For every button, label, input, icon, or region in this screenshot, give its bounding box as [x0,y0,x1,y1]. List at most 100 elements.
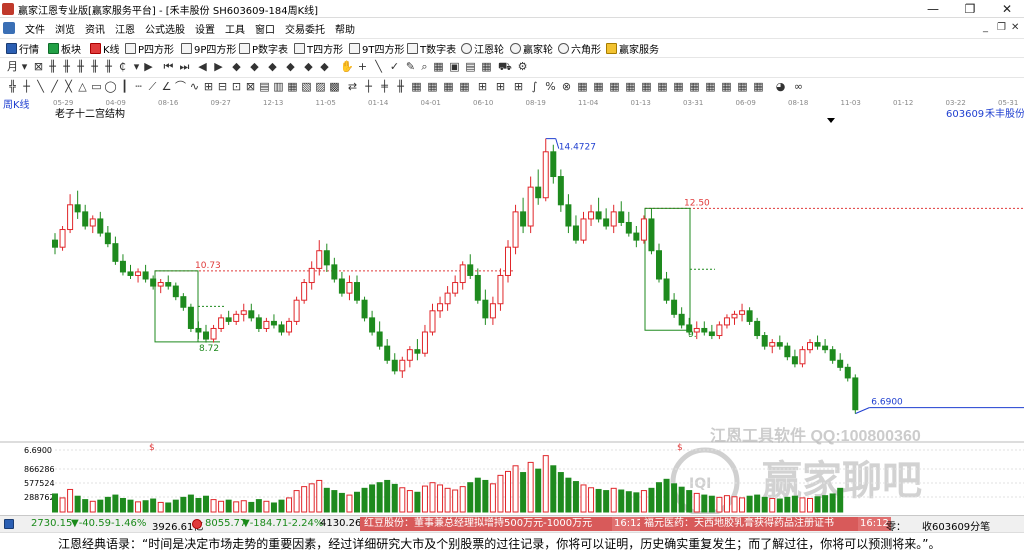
menu-browse[interactable]: 浏览 [50,21,80,36]
tool-20-icon[interactable]: ▥ [272,80,285,94]
tool-3-icon[interactable]: ╲ [34,80,47,94]
menu-formula-screen[interactable]: 公式选股 [140,21,190,36]
t-number-table-button[interactable]: T数字表 [407,41,456,56]
diamond-5-icon[interactable]: ◆ [302,60,315,74]
tool-36-icon[interactable]: ⊗ [560,80,573,94]
tool-27-icon[interactable]: ╪ [378,80,391,94]
calendar-icon[interactable]: ▤ [464,60,477,74]
tool-30-icon[interactable]: ▦ [426,80,439,94]
tool-15-icon[interactable]: ⊞ [202,80,215,94]
tool-46-icon[interactable]: ▦ [720,80,733,94]
tool-14-icon[interactable]: ∿ [188,80,201,94]
menu-tools[interactable]: 工具 [220,21,250,36]
tool-13-icon[interactable]: ⌒ [174,80,187,94]
index1-icon[interactable] [4,519,14,529]
tool-39-icon[interactable]: ▦ [608,80,621,94]
tool-12-icon[interactable]: ∠ [160,80,173,94]
dropdown-triangle-icon[interactable] [827,118,835,123]
curve-icon[interactable]: ∫ [528,80,541,94]
grid-3-icon[interactable]: ▦ [480,60,493,74]
tool-4-icon[interactable]: ╱ [48,80,61,94]
tool-1-icon[interactable]: ╬ [6,80,19,94]
sector-button[interactable]: 板块 [48,41,81,56]
settings-icon[interactable]: ⚙ [516,60,529,74]
tool-26-icon[interactable]: ┼ [362,80,375,94]
9p-square-button[interactable]: 9P四方形 [181,41,236,56]
tool-16-icon[interactable]: ⊟ [216,80,229,94]
tool-37-icon[interactable]: ▦ [576,80,589,94]
tool-32-icon[interactable]: ▦ [458,80,471,94]
right-icon[interactable]: ▶ [212,60,225,74]
p-square-button[interactable]: P四方形 [125,41,174,56]
menu-window[interactable]: 窗口 [250,21,280,36]
pie-icon[interactable]: ◕ [774,80,787,94]
menu-trade[interactable]: 交易委托 [280,21,330,36]
minimize-button[interactable]: — [921,1,945,17]
last-icon[interactable]: ⏭ [178,60,191,74]
search-icon[interactable]: ⌕ [418,60,431,74]
news-ticker-1[interactable]: 红豆股份：董事兼总经理拟增持500万元-1000万元 [360,517,612,531]
status-right-text[interactable]: 收603609分笔 [922,518,990,533]
infinity-icon[interactable]: ∞ [792,80,805,94]
candle-type-5-icon[interactable]: ╫ [102,60,115,74]
menu-settings[interactable]: 设置 [190,21,220,36]
close-button[interactable]: ✕ [995,1,1019,17]
diamond-1-icon[interactable]: ◆ [230,60,243,74]
tool-17-icon[interactable]: ⊡ [230,80,243,94]
percent-icon[interactable]: % [544,80,557,94]
check-icon[interactable]: ✓ [388,60,401,74]
maximize-button[interactable]: ❐ [958,1,982,17]
tool-6-icon[interactable]: △ [76,80,89,94]
tool-34-icon[interactable]: ⊞ [494,80,507,94]
diamond-4-icon[interactable]: ◆ [284,60,297,74]
tool-42-icon[interactable]: ▦ [656,80,669,94]
diamond-2-icon[interactable]: ◆ [248,60,261,74]
tool-25-icon[interactable]: ⇄ [346,80,359,94]
tool-38-icon[interactable]: ▦ [592,80,605,94]
index2-icon[interactable] [192,519,202,529]
mdi-close-icon[interactable]: ✕ [1011,22,1019,33]
tool-11-icon[interactable]: ⟋ [146,80,159,94]
tool-8-icon[interactable]: ◯ [104,80,117,94]
tool-5-icon[interactable]: ╳ [62,80,75,94]
tool-22-icon[interactable]: ▧ [300,80,313,94]
tool-43-icon[interactable]: ▦ [672,80,685,94]
quotes-button[interactable]: 行情 [6,41,39,56]
winner-service-button[interactable]: 赢家服务 [606,41,659,56]
zoom-icon[interactable]: ⊠ [32,60,45,74]
tool-24-icon[interactable]: ▩ [328,80,341,94]
candle-type-3-icon[interactable]: ╫ [74,60,87,74]
tool-41-icon[interactable]: ▦ [640,80,653,94]
menu-news[interactable]: 资讯 [80,21,110,36]
menu-file[interactable]: 文件 [20,21,50,36]
dropdown-arrow-icon[interactable]: ▾ [18,60,31,74]
hexagon-button[interactable]: 六角形 [558,41,601,56]
tool-7-icon[interactable]: ▭ [90,80,103,94]
left-icon[interactable]: ◀ [196,60,209,74]
line-icon[interactable]: ╲ [372,60,385,74]
tool-44-icon[interactable]: ▦ [688,80,701,94]
first-icon[interactable]: ⏮ [162,60,175,74]
tool-19-icon[interactable]: ▤ [258,80,271,94]
9t-square-button[interactable]: 9T四方形 [349,41,404,56]
tool-33-icon[interactable]: ⊞ [476,80,489,94]
tool-40-icon[interactable]: ▦ [624,80,637,94]
p-number-table-button[interactable]: P数字表 [239,41,288,56]
kline-button[interactable]: K线 [90,41,120,56]
candle-type-4-icon[interactable]: ╫ [88,60,101,74]
tool-21-icon[interactable]: ▦ [286,80,299,94]
t-square-button[interactable]: T四方形 [294,41,343,56]
grid-1-icon[interactable]: ▦ [432,60,445,74]
bar-icon[interactable]: ₵ [116,60,129,74]
flag-icon[interactable]: ▶ [142,60,155,74]
car-icon[interactable]: ⛟ [498,60,512,74]
tool-10-icon[interactable]: ┄ [132,80,145,94]
tool-28-icon[interactable]: ╫ [394,80,407,94]
crosshair-icon[interactable]: + [356,60,369,74]
tool-48-icon[interactable]: ▦ [752,80,765,94]
mdi-minimize-icon[interactable]: _ [983,22,988,33]
tool-2-icon[interactable]: ┼ [20,80,33,94]
news-ticker-2[interactable]: 福元医药：天西地胶乳膏获得药品注册证书 [640,517,858,531]
tool-31-icon[interactable]: ▦ [442,80,455,94]
tool-35-icon[interactable]: ⊞ [512,80,525,94]
